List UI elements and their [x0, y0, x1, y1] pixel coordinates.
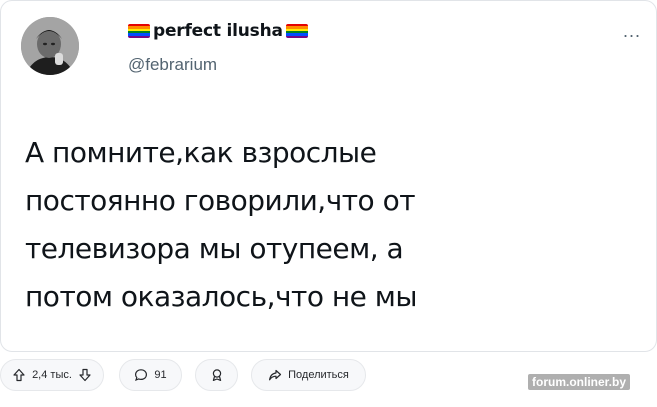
tweet-text-line: потом оказалось,что не мы	[25, 280, 418, 313]
more-options-icon[interactable]: ...	[623, 21, 641, 42]
rainbow-flag-icon	[128, 24, 150, 38]
rating-control: 2,4 тыс.	[0, 359, 104, 391]
user-handle[interactable]: @febrarium	[128, 55, 217, 75]
display-name[interactable]: perfect ilusha	[153, 21, 283, 41]
tweet-card: perfect ilusha @febrarium ... А помните,…	[0, 0, 657, 352]
comment-icon	[135, 369, 148, 382]
display-name-row[interactable]: perfect ilusha	[128, 20, 308, 42]
arrow-down-icon[interactable]	[78, 368, 92, 382]
share-icon	[269, 369, 282, 381]
tweet-text: А помните,как взрослые постоянно говорил…	[25, 129, 625, 321]
share-label: Поделиться	[288, 369, 349, 381]
share-button[interactable]: Поделиться	[251, 359, 366, 391]
flag-stripe	[285, 35, 308, 38]
award-icon	[212, 369, 221, 381]
tweet-text-line: постоянно говорили,что от	[25, 184, 416, 217]
award-button[interactable]	[195, 359, 238, 391]
tweet-text-line: А помните,как взрослые	[25, 136, 377, 169]
arrow-up-icon[interactable]	[12, 368, 26, 382]
comment-count: 91	[154, 369, 167, 381]
watermark: forum.onliner.by	[528, 374, 631, 390]
avatar[interactable]	[21, 17, 79, 75]
rainbow-flag-icon	[285, 24, 308, 38]
tweet-text-line: телевизора мы отупеем, а	[25, 232, 404, 265]
rating-value: 2,4 тыс.	[32, 369, 72, 381]
comments-button[interactable]: 91	[119, 359, 182, 391]
flag-stripe	[128, 35, 150, 38]
avatar-photo	[21, 17, 79, 75]
